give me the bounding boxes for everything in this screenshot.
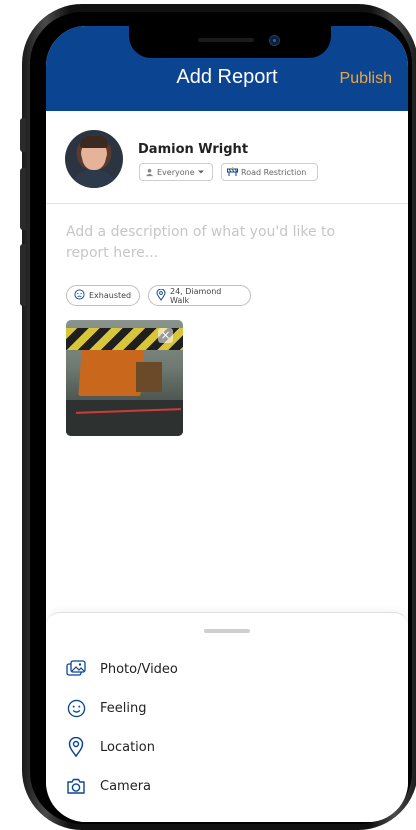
feeling-option-label: Feeling	[100, 700, 147, 716]
mute-switch	[20, 118, 26, 152]
location-pin-icon	[66, 737, 86, 757]
attached-photo[interactable]: ×	[66, 320, 183, 436]
camera-option[interactable]: Camera	[66, 775, 151, 797]
smiley-icon	[66, 698, 86, 718]
location-tag[interactable]: 24, Diamond Walk	[148, 285, 251, 306]
attachment-sheet: Photo/Video Feeling Location Camera	[46, 612, 408, 822]
publish-button[interactable]: Publish	[340, 70, 392, 88]
category-label: Road Restriction	[241, 167, 307, 177]
camera-icon	[66, 776, 86, 796]
description-input[interactable]: Add a description of what you'd like to …	[66, 222, 376, 264]
location-pin-icon	[156, 288, 166, 303]
user-name: Damion Wright	[138, 142, 249, 157]
feeling-tag[interactable]: Exhausted	[66, 285, 140, 306]
category-chip[interactable]: Road Restriction	[221, 163, 318, 181]
feeling-label: Exhausted	[89, 291, 132, 300]
avatar	[65, 130, 123, 188]
front-camera	[269, 35, 280, 46]
chevron-down-icon	[197, 169, 204, 175]
audience-label: Everyone	[157, 167, 195, 177]
camera-option-label: Camera	[100, 778, 152, 794]
sheet-drag-handle[interactable]	[204, 629, 250, 633]
people-icon	[145, 168, 154, 177]
photo-video-label: Photo/Video	[100, 661, 178, 677]
location-option[interactable]: Location	[66, 736, 155, 758]
feeling-option[interactable]: Feeling	[66, 697, 146, 719]
sad-face-icon	[74, 289, 85, 302]
speaker	[198, 38, 254, 42]
notch	[129, 26, 331, 58]
volume-up-button	[20, 168, 26, 230]
app-header: Add Report Publish	[46, 26, 408, 111]
profile-section: Damion Wright Everyone Road Restriction	[46, 111, 408, 204]
audience-dropdown[interactable]: Everyone	[139, 163, 213, 181]
photo-video-option[interactable]: Photo/Video	[66, 658, 178, 680]
volume-down-button	[20, 244, 26, 306]
location-option-label: Location	[100, 739, 155, 755]
location-label: 24, Diamond Walk	[170, 286, 222, 305]
app-screen: Add Report Publish Damion Wright Everyon…	[46, 26, 408, 822]
remove-photo-button[interactable]: ×	[158, 328, 173, 343]
photo-icon	[66, 659, 86, 679]
road-barrier-icon	[227, 167, 238, 177]
